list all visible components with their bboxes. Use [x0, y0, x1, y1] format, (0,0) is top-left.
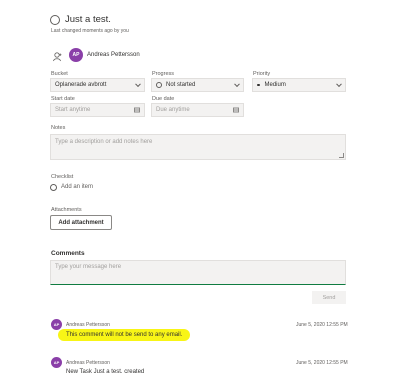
progress-dropdown[interactable]: Not started [151, 78, 244, 92]
start-date-picker[interactable]: Start anytime [50, 103, 145, 117]
chevron-down-icon [336, 81, 342, 88]
bucket-dropdown[interactable]: Oplanerade avbrott [50, 78, 145, 92]
due-date-picker[interactable]: Due anytime [151, 103, 244, 117]
assign-person-icon[interactable] [53, 49, 62, 62]
comment-author: Andreas Pettersson [66, 360, 110, 366]
priority-dot-icon [257, 83, 260, 87]
comment-date: June 5, 2020 12:55 PM [296, 360, 348, 366]
task-title[interactable]: Just a test. [65, 14, 111, 25]
due-date-placeholder: Due anytime [156, 107, 190, 113]
start-date-label: Start date [51, 96, 75, 102]
comment-placeholder: Type your message here [55, 264, 122, 270]
checklist-label: Checklist [51, 174, 74, 180]
progress-label: Progress [152, 71, 175, 77]
chevron-down-icon [234, 81, 240, 88]
add-checklist-item[interactable]: Add an item [61, 184, 93, 190]
start-date-placeholder: Start anytime [55, 107, 91, 113]
notes-textarea[interactable]: Type a description or add notes here [50, 134, 346, 160]
add-attachment-button[interactable]: Add attachment [50, 215, 112, 230]
priority-label: Priority [253, 71, 271, 77]
comment-input[interactable]: Type your message here [50, 260, 346, 285]
priority-dropdown[interactable]: Medium [252, 78, 346, 92]
comment-text: This comment will not be send to any ema… [66, 332, 183, 338]
priority-value: Medium [264, 82, 286, 88]
progress-not-started-icon [156, 82, 162, 88]
calendar-icon [233, 107, 239, 113]
avatar: AP [69, 48, 83, 62]
assignee-name[interactable]: Andreas Pettersson [87, 52, 140, 58]
comments-label: Comments [51, 250, 85, 257]
comment-date: June 5, 2020 12:55 PM [296, 322, 348, 328]
chevron-down-icon [135, 81, 141, 88]
bucket-label: Bucket [51, 71, 68, 77]
comment-author: Andreas Pettersson [66, 322, 110, 328]
progress-value: Not started [166, 82, 196, 88]
comment-text: New Task Just a test. created [66, 369, 145, 375]
bucket-value: Oplanerade avbrott [55, 82, 107, 88]
attachments-label: Attachments [51, 207, 82, 213]
calendar-icon [134, 107, 140, 113]
task-complete-checkbox[interactable] [50, 15, 60, 25]
comment-avatar: AP [51, 319, 62, 330]
resize-handle-icon[interactable] [339, 153, 344, 158]
notes-label: Notes [51, 125, 66, 131]
last-changed-text: Last changed moments ago by you [51, 28, 129, 34]
checklist-add-circle-icon[interactable] [50, 184, 57, 191]
due-date-label: Due date [152, 96, 175, 102]
send-button[interactable]: Send [312, 291, 346, 304]
notes-placeholder: Type a description or add notes here [55, 139, 153, 145]
comment-avatar: AP [51, 357, 62, 368]
